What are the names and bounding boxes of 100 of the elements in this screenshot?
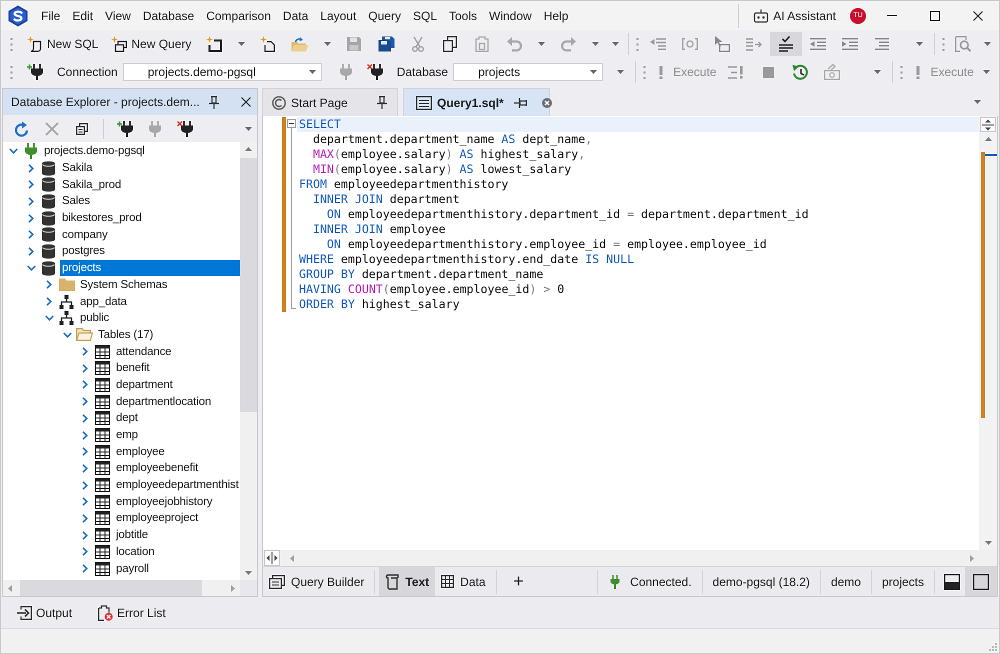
menu-item[interactable]: Data <box>276 4 314 26</box>
add-view-button[interactable]: + <box>508 570 529 594</box>
tree-item[interactable]: company <box>60 226 110 243</box>
chevron-right-icon[interactable] <box>28 230 34 240</box>
menu-item[interactable]: Layout <box>314 4 362 26</box>
tree-item[interactable]: department <box>114 376 175 393</box>
tree-item[interactable]: app_data <box>78 294 129 310</box>
table-icon <box>95 494 110 509</box>
tree-item[interactable]: departmentlocation <box>114 394 214 410</box>
chevron-down-icon[interactable] <box>26 265 36 272</box>
tree-item[interactable]: bikestores_prod <box>60 210 144 226</box>
cursor-box-icon <box>714 36 730 52</box>
close-icon <box>241 97 251 107</box>
connection-dropdown[interactable]: projects.demo-pgsql <box>122 63 322 81</box>
chevron-right-icon[interactable] <box>82 530 88 540</box>
menu-item[interactable]: Window <box>483 4 538 26</box>
fold-toggle-icon[interactable] <box>287 119 296 128</box>
document-tab[interactable]: Query1.sql* <box>403 88 550 116</box>
tree-item[interactable]: employeebenefit <box>114 460 200 476</box>
caret-icon <box>324 42 331 46</box>
tree-item[interactable]: location <box>114 544 156 560</box>
chevron-right-icon[interactable] <box>46 297 52 306</box>
chevron-right-icon[interactable] <box>82 464 88 473</box>
view-tab[interactable]: Query Builder <box>263 567 370 596</box>
menu-item[interactable]: Query <box>362 4 407 26</box>
tree-item[interactable]: payroll <box>114 560 151 577</box>
tree-item[interactable]: dept <box>114 410 140 426</box>
chevron-right-icon[interactable] <box>82 497 88 506</box>
tree-item[interactable]: benefit <box>114 360 152 376</box>
table-icon <box>95 411 110 426</box>
tree-item[interactable]: employeejobhistory <box>114 494 214 510</box>
vertical-scrollbar[interactable] <box>979 116 997 550</box>
menu-item[interactable]: Database <box>136 4 200 26</box>
chevron-right-icon[interactable] <box>28 196 34 206</box>
caret-icon <box>592 42 599 46</box>
chevron-right-icon[interactable] <box>82 414 88 423</box>
tree-item[interactable]: attendance <box>114 344 174 360</box>
pin-icon[interactable] <box>514 98 527 108</box>
sql-check-button[interactable] <box>770 32 802 56</box>
tree-item[interactable]: projects.demo-pgsql <box>42 143 147 160</box>
table-icon <box>95 528 110 542</box>
tree-item[interactable]: Tables (17) <box>96 326 156 343</box>
menu-item[interactable]: Tools <box>443 4 484 26</box>
chevron-right-icon[interactable] <box>28 180 34 190</box>
plug-icon <box>338 64 353 80</box>
chevron-right-icon[interactable] <box>82 397 88 406</box>
view-tab[interactable]: Data <box>435 567 492 596</box>
tree-item[interactable]: employeedepartmenthist <box>114 477 240 494</box>
tree-item[interactable]: Sakila <box>60 160 94 176</box>
chevron-down-icon[interactable] <box>44 315 54 322</box>
chevron-right-icon[interactable] <box>46 280 52 290</box>
tree-item[interactable]: projects <box>60 260 240 276</box>
menu-item[interactable]: Help <box>538 4 574 26</box>
chevron-right-icon[interactable] <box>82 514 88 523</box>
chevron-right-icon[interactable] <box>82 547 88 556</box>
pin-icon[interactable] <box>377 96 387 109</box>
new-document-button[interactable]: New Query <box>109 32 194 56</box>
chevron-right-icon[interactable] <box>82 447 88 456</box>
chevron-down-icon[interactable] <box>62 332 72 338</box>
ai-assistant-button[interactable]: AI Assistant <box>749 4 840 28</box>
new-document-button[interactable]: New SQL <box>25 32 100 56</box>
menu-item[interactable]: Comparison <box>200 4 277 26</box>
chevron-right-icon[interactable] <box>82 364 88 373</box>
chevron-down-icon[interactable] <box>8 148 18 154</box>
table-icon <box>95 344 110 359</box>
menu-item[interactable]: View <box>99 4 137 26</box>
chevron-right-icon[interactable] <box>82 380 88 390</box>
chevron-right-icon[interactable] <box>82 480 88 490</box>
tree-item[interactable]: emp <box>114 427 140 444</box>
tree-item[interactable]: public <box>78 310 112 326</box>
tree-item[interactable]: Sakila_prod <box>60 176 124 193</box>
document-tab[interactable]: Start Page <box>262 88 398 116</box>
chevron-right-icon[interactable] <box>28 214 34 223</box>
layout-button[interactable] <box>965 567 997 596</box>
chevron-right-icon[interactable] <box>82 564 88 574</box>
tool-window-tab[interactable]: Error List <box>94 600 170 624</box>
tree-item[interactable]: employeeproject <box>114 510 200 526</box>
tree-item[interactable]: postgres <box>60 243 107 260</box>
scrollbar-thumb[interactable] <box>240 158 257 412</box>
view-tab[interactable]: Text <box>379 567 436 596</box>
tool-window-tab[interactable]: Output <box>13 600 76 624</box>
chevron-right-icon[interactable] <box>28 164 34 173</box>
tree-item[interactable]: jobtitle <box>114 527 150 544</box>
chevron-right-icon[interactable] <box>28 246 34 256</box>
square-icon <box>973 574 989 590</box>
menu-item[interactable]: SQL <box>406 4 443 26</box>
split-button[interactable] <box>980 117 996 132</box>
tree-item[interactable]: System Schemas <box>78 276 170 293</box>
chevron-right-icon[interactable] <box>82 430 88 440</box>
database-dropdown[interactable]: projects <box>453 63 604 81</box>
menu-item[interactable]: Edit <box>66 4 100 26</box>
tree-item[interactable]: Sales <box>60 193 92 210</box>
split-button[interactable] <box>264 550 280 566</box>
chevron-right-icon[interactable] <box>82 347 88 356</box>
menu-item[interactable]: File <box>35 4 66 26</box>
scrollbar-thumb[interactable] <box>20 580 202 596</box>
sql-editor[interactable] <box>262 116 998 597</box>
close-icon[interactable] <box>542 98 552 108</box>
table-icon <box>95 394 110 409</box>
tree-item[interactable]: employee <box>114 444 167 460</box>
